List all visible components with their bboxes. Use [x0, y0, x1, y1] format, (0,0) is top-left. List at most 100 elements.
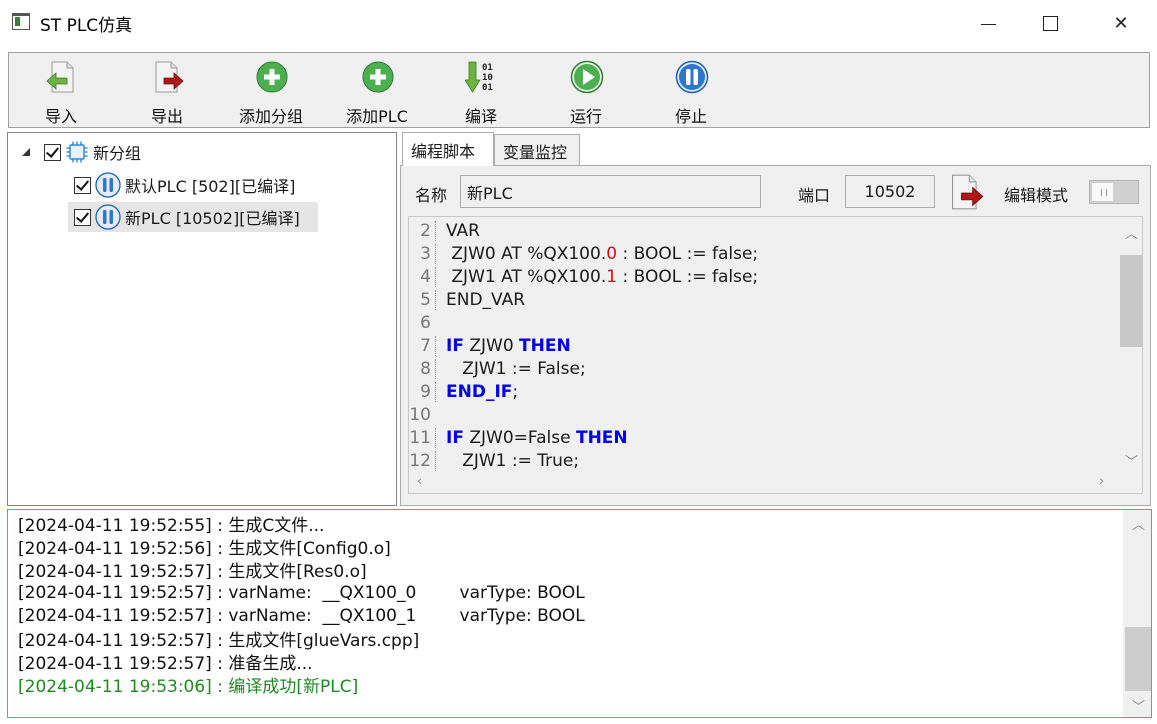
- pause-icon: [95, 204, 121, 230]
- scroll-left-icon[interactable]: ‹: [417, 474, 422, 489]
- edit-mode-toggle[interactable]: [1089, 180, 1139, 204]
- plc-tree: 新分组 默认PLC [502][已编译] 新PLC [10502][已编译]: [7, 132, 397, 506]
- stop-button[interactable]: 停止: [641, 57, 741, 126]
- add-group-button[interactable]: 添加分组: [221, 57, 321, 126]
- import-button[interactable]: 导入: [11, 57, 111, 126]
- code-line[interactable]: 2 VAR: [409, 219, 1114, 242]
- close-icon: ✕: [1113, 12, 1129, 34]
- maximize-button[interactable]: [1022, 0, 1078, 46]
- plc-checkbox[interactable]: [74, 176, 91, 194]
- code-token: ;: [512, 381, 519, 402]
- pause-icon: [95, 172, 121, 198]
- code-line[interactable]: 11 IF ZJW0=False THEN: [409, 426, 1114, 449]
- code-keyword: IF: [446, 335, 464, 356]
- line-number: 10: [409, 404, 431, 425]
- minimize-button[interactable]: [960, 0, 1016, 46]
- code-line[interactable]: 3 ZJW0 AT %QX100.0 : BOOL := false;: [409, 242, 1114, 265]
- export-button[interactable]: 导出: [117, 57, 217, 126]
- code-text: END_VAR: [435, 289, 525, 310]
- code-keyword: THEN: [519, 335, 571, 356]
- tree-item-label: 默认PLC [502][已编译]: [125, 177, 296, 196]
- scroll-right-icon[interactable]: ›: [1099, 474, 1104, 489]
- code-text: ZJW1 := True;: [435, 450, 580, 471]
- log-scroll-thumb[interactable]: [1125, 627, 1151, 691]
- line-number: 6: [420, 312, 431, 333]
- app-icon: [12, 13, 30, 30]
- minimize-icon: [980, 23, 996, 25]
- code-line[interactable]: 5 END_VAR: [409, 288, 1114, 311]
- code-line[interactable]: 9 END_IF;: [409, 380, 1114, 403]
- line-number: 3: [420, 243, 431, 264]
- code-text: ZJW1 := False;: [435, 358, 586, 379]
- log-line: [2024-04-11 19:52:56] : 生成文件[Config0.o]: [18, 539, 391, 559]
- scroll-down-icon[interactable]: ﹀: [1132, 696, 1145, 715]
- svg-text:01: 01: [482, 83, 493, 93]
- toolbar: 导入 导出 添加分组 添加PLC 01 10 01 编译 运行 停止: [8, 52, 1150, 128]
- expand-arrow-icon[interactable]: [20, 146, 32, 158]
- scroll-up-icon[interactable]: ︿: [1125, 223, 1138, 242]
- code-token: : BOOL := false;: [617, 243, 759, 264]
- toggle-knob: [1091, 182, 1114, 202]
- code-text: ZJW1 AT %QX100.1 : BOOL := false;: [435, 266, 758, 287]
- code-line[interactable]: 10: [409, 403, 1114, 426]
- code-line[interactable]: 7 IF ZJW0 THEN: [409, 334, 1114, 357]
- log-line: [2024-04-11 19:52:57] : 准备生成...: [18, 654, 313, 674]
- line-number: 2: [420, 220, 431, 241]
- scroll-up-icon[interactable]: ︿: [1132, 514, 1145, 533]
- add-plc-button[interactable]: 添加PLC: [327, 57, 427, 126]
- tree-group-row[interactable]: 新分组: [20, 137, 141, 167]
- run-label: 运行: [569, 107, 602, 126]
- add-circle-icon: [256, 61, 288, 93]
- tree-item-new-plc[interactable]: 新PLC [10502][已编译]: [68, 202, 318, 232]
- tab-script[interactable]: 编程脚本: [402, 132, 494, 166]
- stop-label: 停止: [674, 107, 707, 126]
- code-line[interactable]: 6: [409, 311, 1114, 334]
- name-field[interactable]: 新PLC: [460, 175, 761, 208]
- code-token: ZJW0: [463, 335, 520, 356]
- editor-scroll-thumb[interactable]: [1120, 255, 1142, 347]
- line-number: 12: [409, 450, 431, 471]
- code-keyword: IF: [446, 427, 464, 448]
- plc-checkbox[interactable]: [74, 208, 91, 226]
- code-keyword: THEN: [575, 427, 628, 448]
- pause-icon: [675, 60, 709, 94]
- code-text: VAR: [435, 220, 480, 241]
- compile-button[interactable]: 01 10 01 编译: [431, 57, 531, 126]
- svg-text:01: 01: [482, 63, 493, 73]
- log-vertical-scrollbar[interactable]: ︿ ﹀: [1123, 510, 1151, 717]
- log-line: [2024-04-11 19:52:57] : varName: __QX100…: [18, 605, 585, 626]
- tree-item-default-plc[interactable]: 默认PLC [502][已编译]: [74, 170, 295, 200]
- line-number: 8: [420, 358, 431, 379]
- window-title: ST PLC仿真: [40, 16, 133, 36]
- code-number: 1: [606, 266, 618, 287]
- code-line[interactable]: 4 ZJW1 AT %QX100.1 : BOOL := false;: [409, 265, 1114, 288]
- editor-vertical-scrollbar[interactable]: ︿ ﹀: [1118, 217, 1142, 475]
- code-text: ZJW0 AT %QX100.0 : BOOL := false;: [435, 243, 759, 264]
- code-token: ZJW1 := True;: [446, 450, 580, 471]
- port-field[interactable]: 10502: [845, 175, 935, 208]
- title-bar: ST PLC仿真 ✕: [0, 0, 1157, 46]
- code-number: 0: [606, 243, 618, 264]
- tab-variable-monitor[interactable]: 变量监控: [494, 134, 580, 166]
- log-output[interactable]: [2024-04-11 19:52:55] : 生成C文件... [2024-04…: [7, 509, 1152, 718]
- run-button[interactable]: 运行: [536, 57, 636, 126]
- code-line[interactable]: 12 ZJW1 := True;: [409, 449, 1114, 472]
- name-label: 名称: [415, 186, 448, 205]
- group-checkbox[interactable]: [44, 143, 61, 161]
- code-keyword: END_IF: [446, 381, 513, 402]
- scroll-down-icon[interactable]: ﹀: [1125, 451, 1138, 470]
- code-token: ZJW0 AT %QX100.: [446, 243, 607, 264]
- port-label: 端口: [798, 186, 831, 205]
- code-token: ZJW0=False: [463, 427, 576, 448]
- code-line[interactable]: 8 ZJW1 := False;: [409, 357, 1114, 380]
- maximize-icon: [1042, 15, 1058, 31]
- edit-mode-label: 编辑模式: [1004, 186, 1069, 205]
- import-label: 导入: [44, 107, 77, 126]
- editor-horizontal-scrollbar[interactable]: ‹ ›: [409, 473, 1142, 493]
- export-icon[interactable]: [947, 172, 985, 212]
- add-plc-label: 添加PLC: [346, 107, 408, 126]
- compile-binary-icon: 01 10 01: [465, 61, 493, 93]
- close-button[interactable]: ✕: [1093, 0, 1149, 46]
- svg-text:10: 10: [482, 73, 493, 83]
- code-editor[interactable]: 2 VAR 3 ZJW0 AT %QX100.0 : BOOL := false; 4…: [408, 216, 1143, 494]
